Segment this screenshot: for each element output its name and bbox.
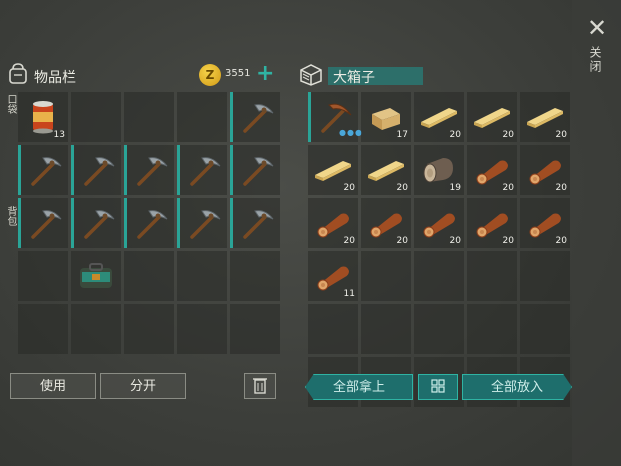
put-all-button[interactable]: 全部放入 bbox=[462, 374, 572, 400]
chest-slot[interactable]: 20 bbox=[520, 92, 570, 142]
take-all-button[interactable]: 全部拿上 bbox=[305, 374, 413, 400]
inventory-slot[interactable] bbox=[230, 92, 280, 142]
inventory-slot[interactable] bbox=[71, 304, 121, 354]
item-quantity: 20 bbox=[555, 183, 567, 193]
inventory-slot[interactable] bbox=[177, 92, 227, 142]
inventory-slot[interactable] bbox=[71, 92, 121, 142]
coin-icon: Z bbox=[199, 64, 221, 86]
item-quantity: 20 bbox=[555, 236, 567, 246]
inventory-slot[interactable] bbox=[230, 145, 280, 195]
inventory-title: 物品栏 bbox=[34, 70, 76, 86]
use-button[interactable]: 使用 bbox=[10, 373, 96, 399]
coin-count: 3551 bbox=[225, 68, 251, 79]
chest-slot[interactable]: 20 bbox=[414, 92, 464, 142]
chest-slot[interactable]: 19 bbox=[414, 145, 464, 195]
inventory-slot[interactable] bbox=[18, 304, 68, 354]
chest-slot[interactable]: 20 bbox=[308, 198, 358, 248]
chest-slot[interactable]: 20 bbox=[467, 92, 517, 142]
item-quantity: 20 bbox=[502, 130, 514, 140]
inventory-slot[interactable] bbox=[177, 304, 227, 354]
inventory-slot[interactable] bbox=[71, 251, 121, 301]
close-icon[interactable]: ✕ bbox=[585, 16, 609, 40]
split-button[interactable]: 分开 bbox=[100, 373, 186, 399]
inventory-slot[interactable] bbox=[124, 92, 174, 142]
item-quantity: 20 bbox=[396, 183, 408, 193]
inventory-slot[interactable] bbox=[230, 198, 280, 248]
backpack-label: 背包 bbox=[5, 206, 16, 226]
durability-dots: ●●● bbox=[339, 128, 363, 137]
inventory-slot[interactable]: 13 bbox=[18, 92, 68, 142]
item-quantity: 20 bbox=[502, 183, 514, 193]
chest-slot[interactable] bbox=[520, 304, 570, 354]
inventory-slot[interactable] bbox=[230, 251, 280, 301]
item-quantity: 20 bbox=[555, 130, 567, 140]
chest-title: 大箱子 bbox=[333, 70, 375, 86]
inventory-slot[interactable] bbox=[177, 251, 227, 301]
inventory-slot[interactable] bbox=[18, 198, 68, 248]
chest-slot[interactable] bbox=[361, 251, 411, 301]
item-quantity: 19 bbox=[449, 183, 461, 193]
inventory-slot[interactable] bbox=[177, 198, 227, 248]
inventory-slot[interactable] bbox=[124, 145, 174, 195]
chest-slot[interactable]: 20 bbox=[361, 145, 411, 195]
chest-slot[interactable]: 11 bbox=[308, 251, 358, 301]
item-quantity: 20 bbox=[502, 236, 514, 246]
inventory-slot[interactable] bbox=[177, 145, 227, 195]
chest-slot[interactable]: 20 bbox=[520, 145, 570, 195]
chest-slot[interactable] bbox=[520, 251, 570, 301]
item-quantity: 20 bbox=[449, 130, 461, 140]
chest-grid: ●●● 17 20 20 20 20 20 19 20 20 20 20 20 20 20 11 bbox=[308, 92, 570, 407]
chest-slot[interactable]: 20 bbox=[414, 198, 464, 248]
item-quantity: 20 bbox=[396, 236, 408, 246]
inventory-slot[interactable] bbox=[71, 198, 121, 248]
item-quantity: 20 bbox=[343, 183, 355, 193]
inventory-slot[interactable] bbox=[71, 145, 121, 195]
trash-icon[interactable] bbox=[244, 373, 276, 399]
chest-slot[interactable] bbox=[414, 304, 464, 354]
chest-slot[interactable] bbox=[467, 251, 517, 301]
inventory-slot[interactable] bbox=[124, 198, 174, 248]
chest-slot[interactable]: 20 bbox=[467, 145, 517, 195]
plus-icon[interactable]: + bbox=[256, 61, 274, 86]
item-quantity: 11 bbox=[343, 289, 355, 299]
backpack-icon bbox=[9, 63, 27, 84]
item-quantity: 20 bbox=[343, 236, 355, 246]
chest-slot[interactable] bbox=[414, 251, 464, 301]
chest-slot[interactable]: 20 bbox=[361, 198, 411, 248]
inventory-slot[interactable] bbox=[18, 251, 68, 301]
chest-slot[interactable]: 20 bbox=[308, 145, 358, 195]
chest-slot[interactable]: ●●● bbox=[308, 92, 362, 142]
pocket-label: 口袋 bbox=[5, 94, 16, 114]
close-label: 关闭 bbox=[588, 46, 602, 74]
chest-slot[interactable]: 20 bbox=[520, 198, 570, 248]
chest-slot[interactable] bbox=[361, 304, 411, 354]
inventory-slot[interactable] bbox=[18, 145, 68, 195]
inventory-slot[interactable] bbox=[124, 251, 174, 301]
chest-icon bbox=[300, 64, 322, 86]
inventory-grid: 13 bbox=[18, 92, 280, 354]
chest-slot[interactable]: 17 bbox=[361, 92, 411, 142]
chest-slot[interactable] bbox=[308, 304, 358, 354]
chest-slot[interactable]: 20 bbox=[467, 198, 517, 248]
sort-icon[interactable] bbox=[418, 374, 458, 400]
item-quantity: 17 bbox=[396, 130, 408, 140]
item-quantity: 20 bbox=[449, 236, 461, 246]
chest-slot[interactable] bbox=[467, 304, 517, 354]
inventory-slot[interactable] bbox=[124, 304, 174, 354]
item-quantity: 13 bbox=[53, 130, 65, 140]
inventory-slot[interactable] bbox=[230, 304, 280, 354]
